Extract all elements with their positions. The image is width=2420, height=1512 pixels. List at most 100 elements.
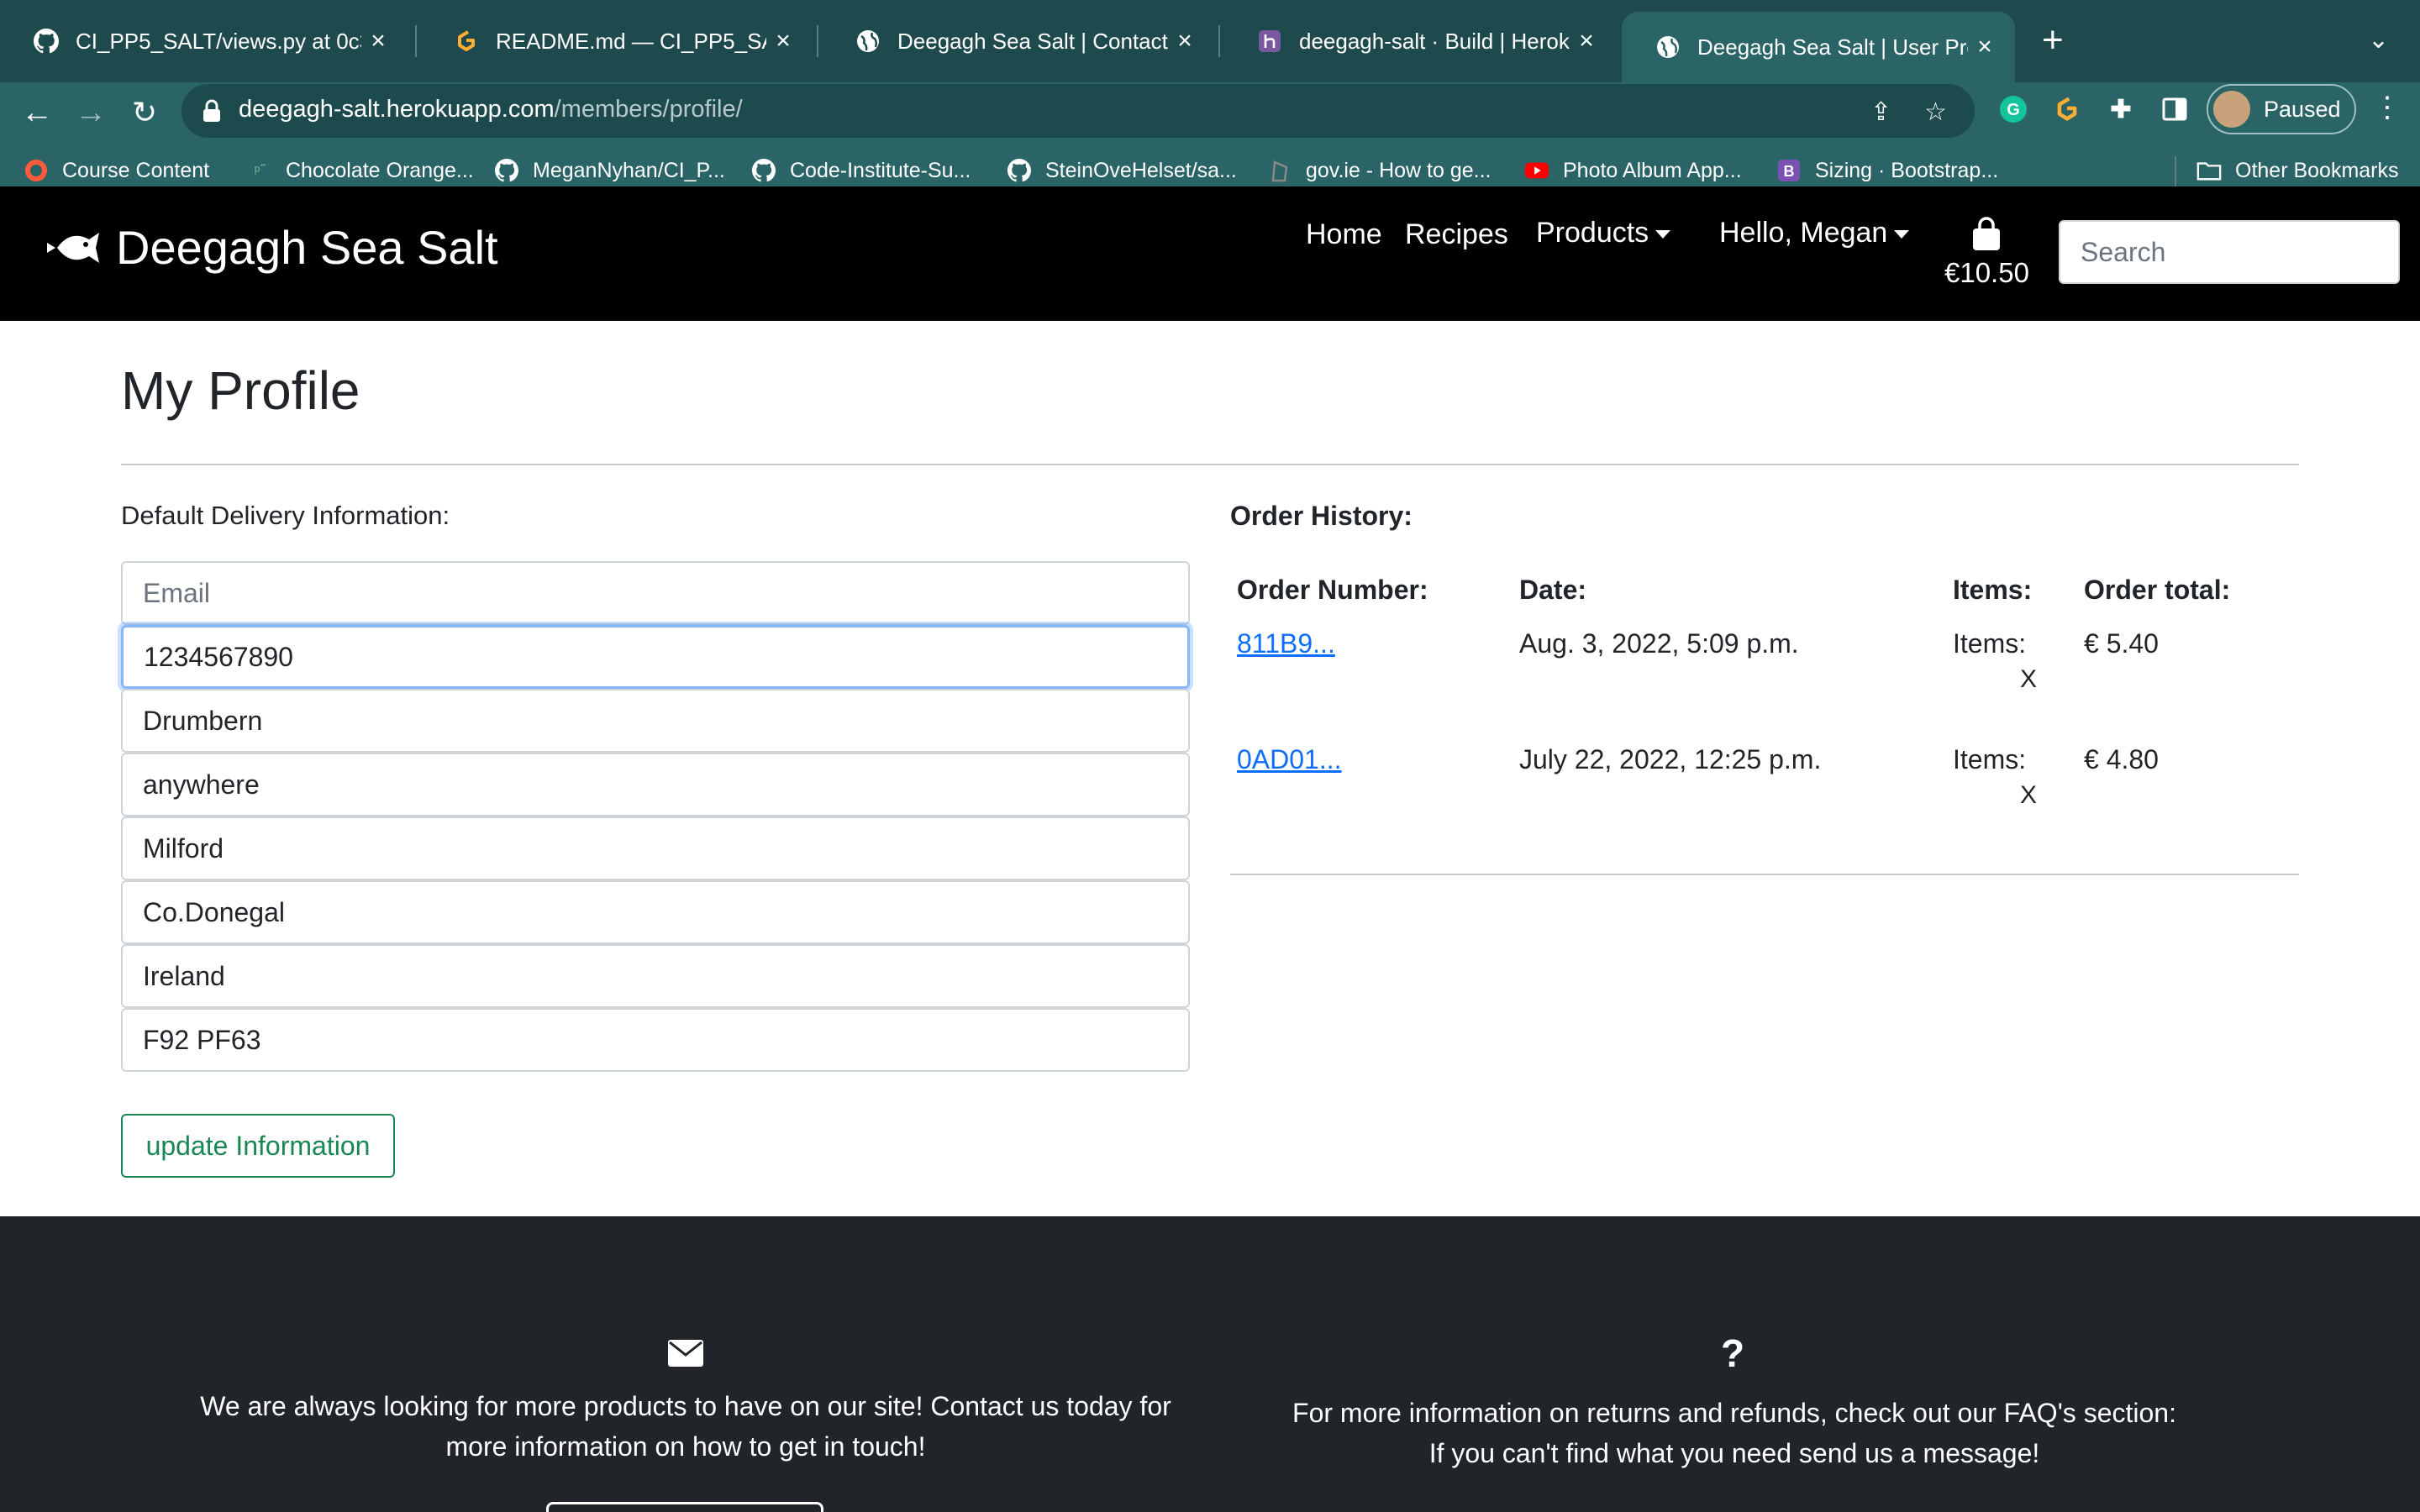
close-icon[interactable]: × <box>361 27 395 55</box>
harp-icon <box>1267 158 1292 183</box>
nav-recipes[interactable]: Recipes <box>1405 218 1508 251</box>
order-number-header: Order Number: <box>1237 575 1428 605</box>
town-city-field[interactable] <box>121 816 1190 880</box>
order-date: Aug. 3, 2022, 5:09 p.m. <box>1519 628 1799 659</box>
faq-line-2: If you can't find what you need send us … <box>1428 1438 2040 1468</box>
contact-line-1: We are always looking for more products … <box>200 1391 1171 1421</box>
county-field[interactable] <box>121 880 1190 944</box>
bookmark-code-institute[interactable]: Code-Institute-Su... <box>751 158 971 183</box>
order-total: € 4.80 <box>2084 744 2159 774</box>
leaf-icon: ᵖ˝ <box>254 161 266 179</box>
nav-home[interactable]: Home <box>1306 218 1382 251</box>
caret-down-icon <box>1655 230 1671 239</box>
avatar <box>2213 91 2250 128</box>
items-header: Items: <box>1953 575 2033 605</box>
reload-icon[interactable]: ↻ <box>121 94 168 131</box>
brand-link[interactable]: Deegagh Sea Salt <box>45 220 498 275</box>
brand-name: Deegagh Sea Salt <box>116 221 498 274</box>
svg-text:G: G <box>2007 101 2020 119</box>
extensions-puzzle-icon[interactable]: ✚ <box>2102 91 2139 128</box>
grammarly-icon[interactable]: G <box>1995 91 2032 128</box>
date-header: Date: <box>1519 575 1587 605</box>
contact-text: We are always looking for more products … <box>50 1386 1321 1467</box>
bookmark-chocolate-orange[interactable]: ᵖ˝ Chocolate Orange... <box>247 158 474 183</box>
order-history-title: Order History: <box>1230 501 1413 531</box>
bookmark-label: Other Bookmarks <box>2235 158 2399 182</box>
order-items-label: Items: <box>1953 744 2027 774</box>
url-text: deegagh-salt.herokuapp.com/members/profi… <box>239 96 743 123</box>
tab-title: Deegagh Sea Salt | Contact <box>897 28 1168 54</box>
order-total-header: Order total: <box>2084 575 2231 605</box>
browser-menu-icon[interactable]: ⋮ <box>2373 91 2402 124</box>
street-address-1-field[interactable] <box>121 689 1190 753</box>
faq-text: For more information on returns and refu… <box>1230 1393 2238 1473</box>
gitpod-extension-icon[interactable] <box>2049 91 2086 128</box>
bookmark-photo-album[interactable]: Photo Album App... <box>1524 158 1742 183</box>
url-path: /members/profile/ <box>554 96 743 123</box>
delivery-info-label: Default Delivery Information: <box>121 501 450 530</box>
address-bar[interactable]: deegagh-salt.herokuapp.com/members/profi… <box>182 84 1975 138</box>
github-icon <box>751 158 776 183</box>
new-tab-button[interactable]: + <box>2042 22 2064 59</box>
shopping-bag-icon[interactable] <box>1968 215 2005 252</box>
tab-title: Deegagh Sea Salt | User Profile <box>1697 34 1968 60</box>
bookmark-steinovehelset[interactable]: SteinOveHelset/sa... <box>1007 158 1237 183</box>
tab-user-profile[interactable]: Deegagh Sea Salt | User Profile × <box>1622 12 2015 82</box>
nav-products-dropdown[interactable]: Products <box>1536 217 1671 249</box>
bookmark-other-bookmarks[interactable]: Other Bookmarks <box>2196 158 2399 183</box>
caret-down-icon <box>1894 230 1910 239</box>
order-number-link[interactable]: 0AD01... <box>1237 744 1342 775</box>
bookmark-megannyhan[interactable]: MeganNyhan/CI_P... <box>494 158 725 183</box>
back-arrow-icon[interactable]: ← <box>13 94 60 131</box>
street-address-2-field[interactable] <box>121 753 1190 816</box>
profile-button[interactable]: Paused <box>2207 84 2356 134</box>
heroku-icon <box>1257 29 1282 54</box>
order-date: July 22, 2022, 12:25 p.m. <box>1519 744 1822 774</box>
country-field[interactable] <box>121 944 1190 1008</box>
tab-heroku[interactable]: deegagh-salt · Build | Heroku × <box>1223 10 1617 72</box>
bookmark-label: gov.ie - How to ge... <box>1306 158 1491 182</box>
contact-us-button[interactable] <box>546 1502 823 1512</box>
side-panel-icon[interactable] <box>2156 91 2193 128</box>
tab-title: CI_PP5_SALT/views.py at 0c38 <box>76 28 361 54</box>
github-icon <box>1007 158 1032 183</box>
tab-search-chevron-icon[interactable]: ⌄ <box>2368 25 2389 55</box>
nav-account-dropdown[interactable]: Hello, Megan <box>1719 217 1910 249</box>
bookmark-course-content[interactable]: Course Content <box>24 158 209 183</box>
share-icon[interactable]: ⇪ <box>1870 97 1891 127</box>
site-footer: We are always looking for more products … <box>0 1216 2420 1512</box>
bag-total[interactable]: €10.50 <box>1944 257 2029 289</box>
bookmark-gov-ie[interactable]: gov.ie - How to ge... <box>1267 158 1491 183</box>
bookmark-label: MeganNyhan/CI_P... <box>533 158 725 182</box>
search-input[interactable] <box>2059 220 2400 284</box>
bootstrap-icon: B <box>1776 158 1802 183</box>
phone-number-field[interactable] <box>121 625 1190 689</box>
bookmark-label: Course Content <box>62 158 210 182</box>
tab-views-py[interactable]: CI_PP5_SALT/views.py at 0c38 × <box>0 10 408 72</box>
tab-separator <box>817 25 818 57</box>
profile-status: Paused <box>2264 96 2341 122</box>
close-icon[interactable]: × <box>1968 33 2002 61</box>
update-information-button[interactable]: update Information <box>121 1114 395 1178</box>
tab-readme[interactable]: README.md — CI_PP5_SALT — × <box>420 10 813 72</box>
page-title: My Profile <box>121 360 360 421</box>
circle-icon <box>24 158 49 183</box>
bookmark-star-icon[interactable]: ☆ <box>1924 97 1947 127</box>
tab-separator <box>415 25 417 57</box>
question-mark-icon: ? <box>1721 1331 1745 1375</box>
close-icon[interactable]: × <box>766 27 800 55</box>
postcode-field[interactable] <box>121 1008 1190 1072</box>
site-navbar: Deegagh Sea Salt Home Recipes Products H… <box>0 186 2420 321</box>
email-field[interactable] <box>121 561 1190 625</box>
close-icon[interactable]: × <box>1570 27 1603 55</box>
order-items-label: Items: <box>1953 628 2027 659</box>
bookmark-bootstrap-sizing[interactable]: B Sizing · Bootstrap... <box>1776 158 1998 183</box>
tab-title: README.md — CI_PP5_SALT — <box>496 28 766 54</box>
browser-tab-strip: CI_PP5_SALT/views.py at 0c38 × README.md… <box>0 0 2420 82</box>
order-number-link[interactable]: 811B9... <box>1237 628 1335 659</box>
tab-contact[interactable]: Deegagh Sea Salt | Contact × <box>822 10 1215 72</box>
forward-arrow-icon[interactable]: → <box>67 94 114 131</box>
divider <box>1230 874 2299 875</box>
folder-icon <box>2196 158 2222 183</box>
close-icon[interactable]: × <box>1168 27 1202 55</box>
